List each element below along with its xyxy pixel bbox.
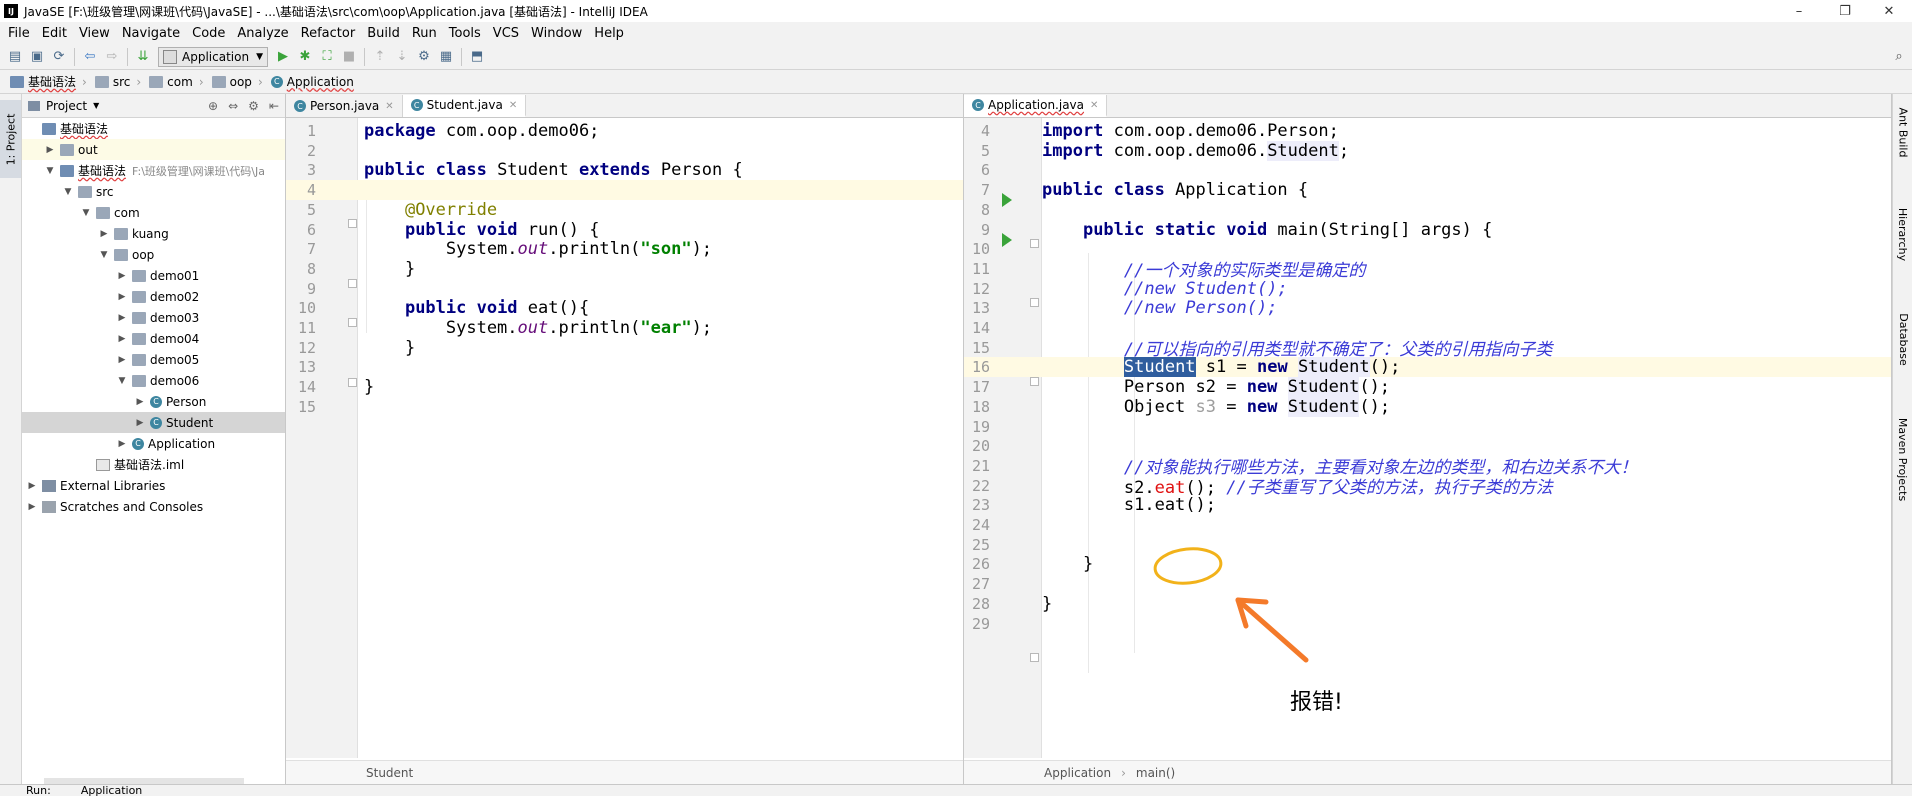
highlight-circle — [1153, 547, 1223, 585]
run-tool-label[interactable]: Run: — [26, 785, 51, 796]
annotation-overlay — [1153, 547, 1309, 663]
annotation-arrow — [1235, 597, 1309, 663]
bottom-tool-bar: Run: Application — [0, 784, 1912, 796]
ide-window: IJ JavaSE [F:\班级管理\网课班\代码\JavaSE] - ...\… — [0, 0, 1912, 796]
annotation-text: 报错! — [1290, 690, 1343, 715]
run-tool-tab[interactable]: Application — [81, 785, 142, 796]
annotation-arrow-head — [1235, 597, 1269, 605]
